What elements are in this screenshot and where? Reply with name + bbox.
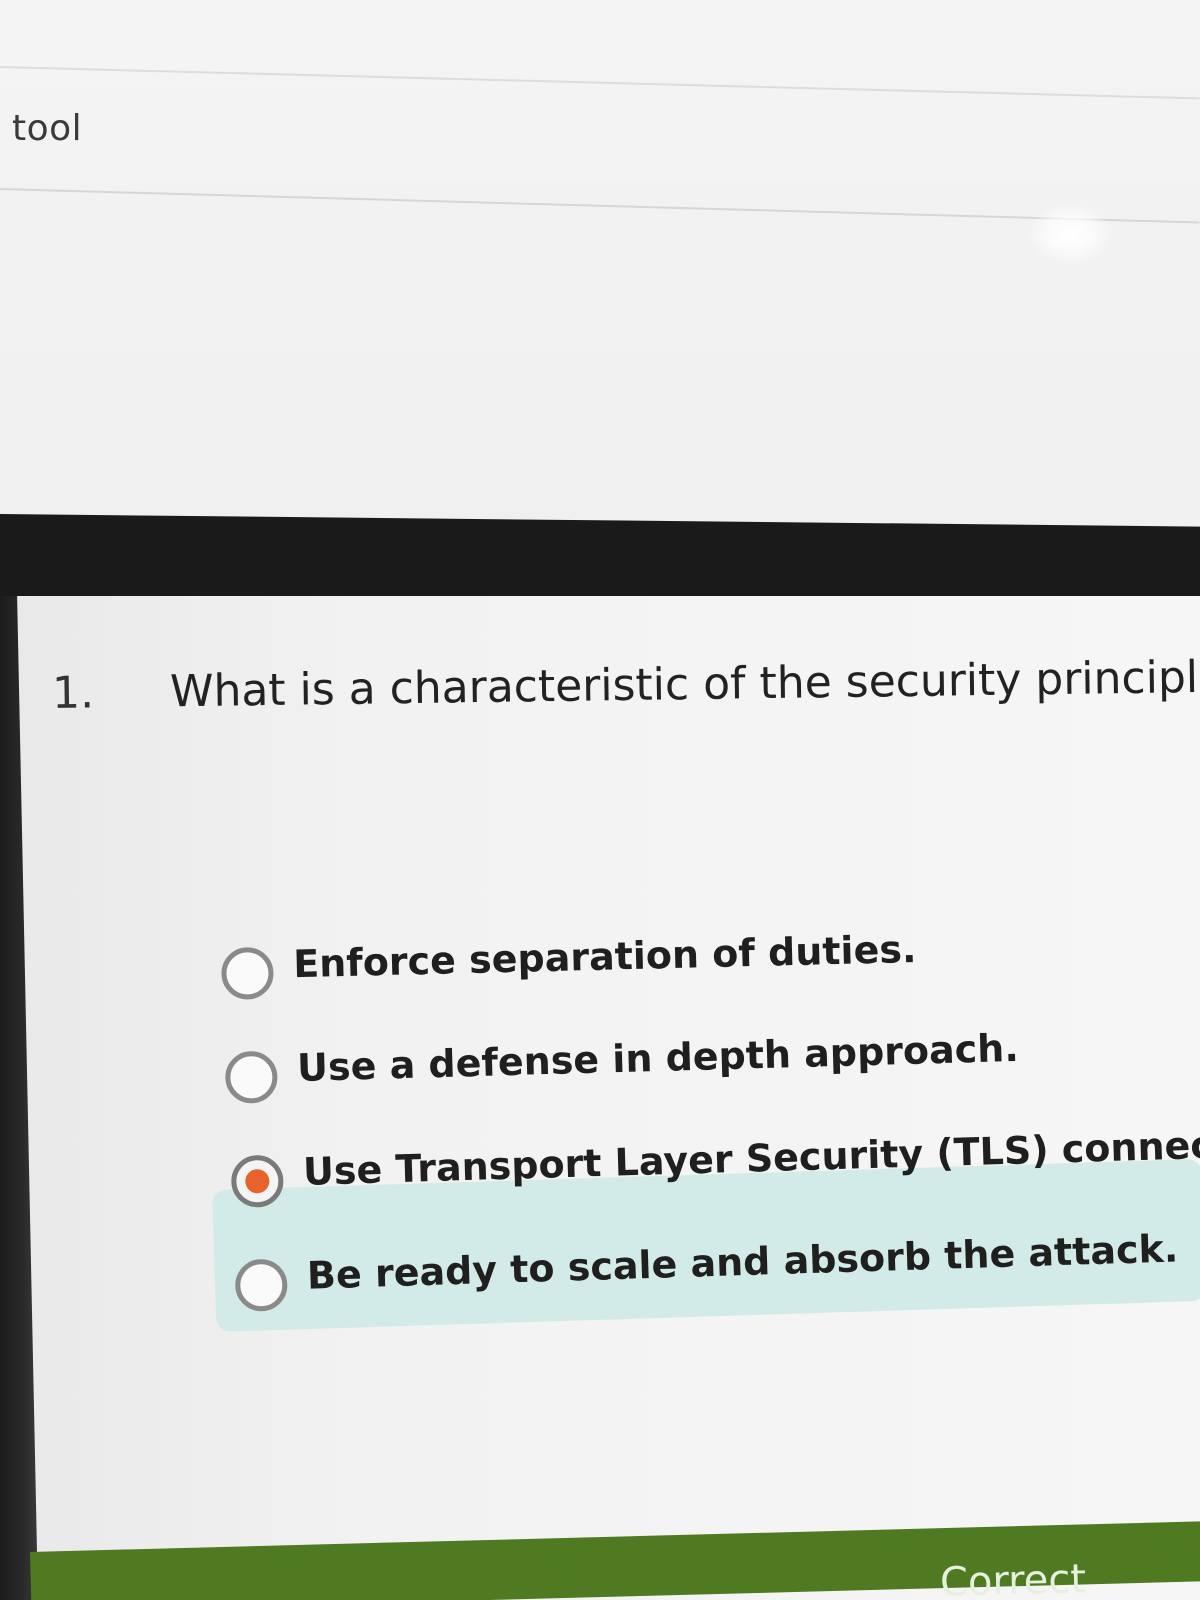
- dark-header-bar: [0, 514, 1200, 609]
- top-panel: tool: [0, 0, 1200, 515]
- screen-glare: [1030, 205, 1110, 263]
- screen: tool 1. What is a characteristic of the s…: [0, 0, 1200, 1600]
- radio-button[interactable]: [220, 946, 275, 1000]
- answer-options: Enforce separation of duties. Use a defe…: [220, 927, 1200, 1360]
- radio-button[interactable]: [234, 1258, 289, 1312]
- radio-button[interactable]: [224, 1050, 279, 1104]
- radio-button-selected[interactable]: [230, 1154, 285, 1208]
- divider-line: [0, 188, 1200, 224]
- result-status: Correct: [939, 1556, 1087, 1600]
- divider-line: [0, 66, 1200, 100]
- tool-label: tool: [12, 108, 83, 149]
- question-number: 1.: [51, 667, 95, 719]
